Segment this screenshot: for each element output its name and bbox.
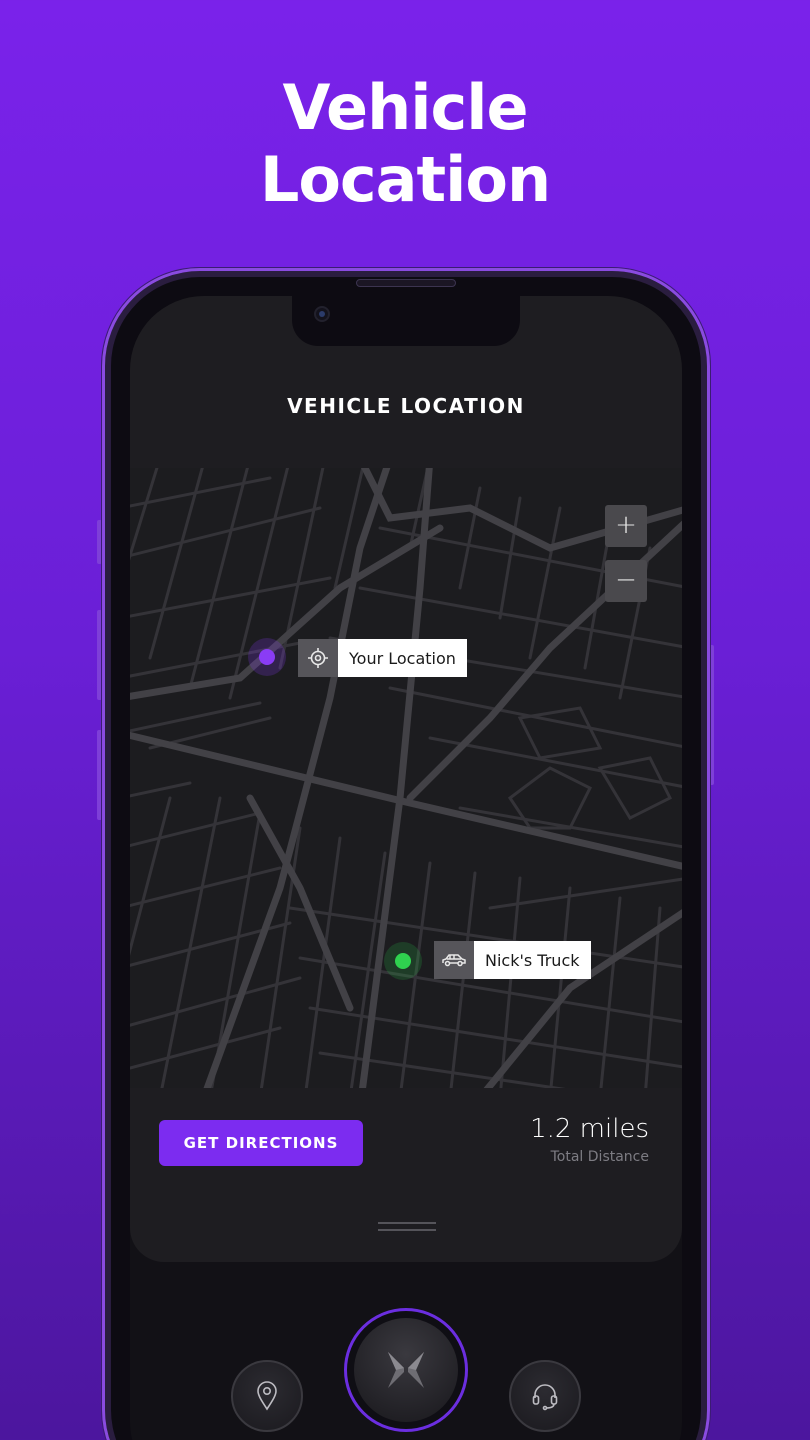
vehicle-location-text: Nick's Truck — [474, 941, 591, 979]
zoom-in-button[interactable]: + — [605, 505, 647, 547]
hero-title-line-1: Vehicle — [282, 71, 528, 144]
crosshair-icon — [298, 639, 338, 677]
zoom-out-button[interactable]: − — [605, 560, 647, 602]
drag-handle-line-top — [378, 1222, 436, 1224]
hero-title: Vehicle Location — [0, 72, 810, 216]
car-icon — [434, 941, 474, 979]
get-directions-button[interactable]: GET DIRECTIONS — [159, 1120, 363, 1166]
home-dock-button-face — [354, 1318, 458, 1422]
hero-title-line-2: Location — [259, 143, 551, 216]
distance-label: Total Distance — [550, 1149, 649, 1165]
drag-handle-line-bottom — [378, 1229, 436, 1231]
vehicle-location-dot[interactable] — [395, 953, 411, 969]
brand-logo-icon — [388, 1352, 424, 1388]
location-dock-button[interactable] — [231, 1360, 303, 1432]
phone-notch — [292, 296, 520, 346]
location-pin-icon — [257, 1381, 277, 1411]
screen-title: VEHICLE LOCATION — [287, 394, 525, 418]
distance-value: 1.2 miles — [530, 1114, 649, 1144]
support-dock-button[interactable] — [509, 1360, 581, 1432]
user-location-text: Your Location — [338, 639, 467, 677]
home-dock-button[interactable] — [344, 1308, 468, 1432]
vehicle-location-label[interactable]: Nick's Truck — [434, 941, 591, 979]
map-streets — [130, 468, 682, 1088]
headset-icon — [532, 1384, 558, 1411]
user-location-dot[interactable] — [259, 649, 275, 665]
front-camera — [314, 306, 330, 322]
user-location-label[interactable]: Your Location — [298, 639, 467, 677]
map-view[interactable]: + − Your Location Nick's Truck — [130, 468, 682, 1088]
phone-speaker — [356, 279, 456, 287]
